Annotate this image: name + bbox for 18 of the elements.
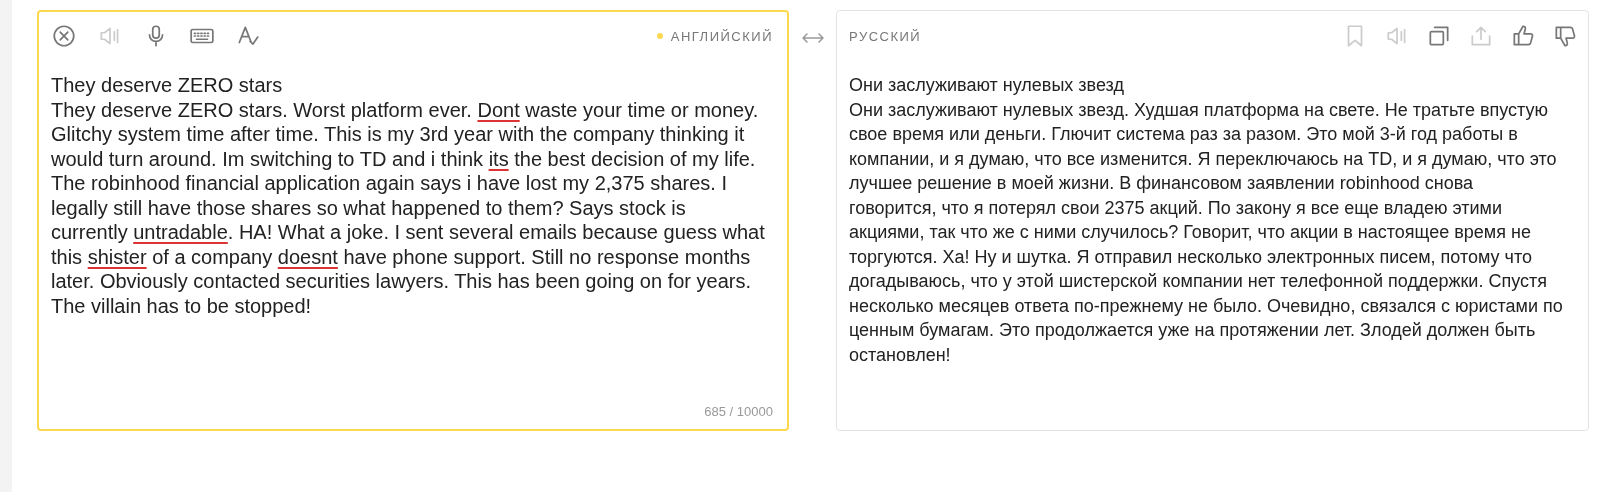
swap-arrow-icon (800, 32, 825, 44)
copy-icon (1426, 23, 1452, 49)
language-dot-icon (656, 33, 663, 39)
close-icon (51, 23, 77, 49)
thumbs-down-button[interactable] (1552, 23, 1578, 49)
target-language-button[interactable]: РУССКИЙ (849, 28, 922, 44)
copy-button[interactable] (1426, 23, 1452, 49)
translation-text: Они заслуживают нулевых звезд. Худшая платформа на свете. Не тратьте впустую свое время или деньги. Глючит система раз за разом. Это мой 3-й год работы в компании, и я думаю, что все изменится. Я переключаюсь на TD, и я думаю, что это лучшее решение в моей жизни. В финансовом заявлении robinhood снова говорится, что я потерял свои 2375 акций. По закону я все еще владею этими акциями, так что же с ними случилось? Говорит, что акции в настоящее время не торгуются. Ха! Ну и шутка. Я отправил несколько электронных писем, потому что догадываюсь, что у этой шистерской компании нет телефонной поддержки. Спустя несколько месяцев ответа по-прежнему не было. Очевидно, связался с юристами по ценным бумагам. Это продолжается уже на протяжении лет. Злодей должен быть остановлен! (849, 98, 1564, 367)
thumbs-up-button[interactable] (1510, 23, 1536, 49)
translation-text: Они заслуживают нулевых звезд (849, 74, 1125, 97)
thumbs-down-icon (1552, 23, 1578, 49)
source-text-panel[interactable] (37, 10, 789, 431)
swap-languages-button[interactable] (800, 32, 825, 44)
source-text: They deserve ZERO stars. Worst platform ever. Dont waste your time or money. Glitchy system time after time. This is my 3rd year with the company thinking it would turn around. Im switching to TD and i think its the best decision of my life. The robinhood financial application again says i have lost my 2,375 shares. I legally still have those shares so what happened to them? Says stock is currently untradable. HA! What a joke. I sent several emails because guess what this shister of a company doesnt have phone support. Still no response months later. Obviously contacted securities lawyers. This has been going on for years. The villain has to be stopped! (51, 97, 765, 318)
character-counter: 685 / 10000 (704, 404, 773, 419)
close-button[interactable] (51, 23, 77, 49)
thumbs-up-icon (1510, 23, 1536, 49)
source-text: They deserve ZERO stars (51, 73, 284, 98)
